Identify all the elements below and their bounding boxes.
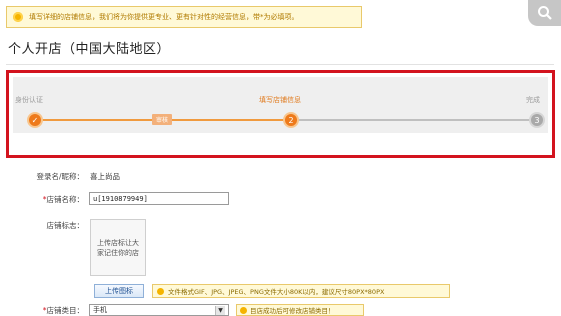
shop-name-input[interactable]: u[1910879949] [89, 192, 229, 205]
shop-logo-upload-area[interactable]: 上传店标让大家记住你的店 [90, 219, 146, 276]
shop-name-label-text: 店铺名称： [46, 195, 85, 204]
category-label: *店铺类目： [0, 305, 84, 316]
zoom-button[interactable] [528, 0, 561, 26]
notice-text: 填写详细的店铺信息，我们将为你提供更专业、更有针对性的经营信息，带*为必填项。 [29, 13, 299, 21]
login-name-label: 登录名/昵称： [36, 172, 84, 181]
upload-hint-text: 文件格式GIF、JPG、JPEG、PNG文件大小80K以内，建议尺寸80PX*8… [168, 288, 385, 296]
notice-bar: 填写详细的店铺信息，我们将为你提供更专业、更有针对性的经营信息，带*为必填项。 [6, 6, 362, 28]
step-marker-3: 3 [529, 112, 545, 128]
title-divider [6, 64, 554, 65]
upload-logo-button[interactable]: 上传图标 [94, 284, 144, 298]
shop-name-label: *店铺名称： [0, 194, 84, 205]
step-marker-2: 2 [283, 112, 299, 128]
step-label-shop-info: 填写店铺信息 [259, 96, 301, 104]
lightbulb-icon [13, 12, 23, 22]
lightbulb-icon [157, 287, 164, 295]
step-badge: 审核 [152, 114, 173, 125]
shop-logo-placeholder: 上传店标让大家记住你的店 [97, 238, 139, 257]
progress-highlight-frame: 身份认证 填写店铺信息 完成 审核 ✓ 2 3 [6, 70, 555, 158]
step-label-complete: 完成 [526, 96, 540, 104]
category-select[interactable]: 手机 ▼ [89, 304, 229, 316]
magnifier-icon [537, 6, 552, 20]
progress-steps: 身份认证 填写店铺信息 完成 审核 ✓ 2 3 [13, 77, 548, 133]
category-hint: 目店成功后可修改店铺类目！ [236, 304, 364, 316]
page-title: 个人开店（中国大陆地区） [8, 42, 171, 57]
lightbulb-icon [240, 306, 247, 314]
progress-line-todo [295, 119, 533, 121]
chevron-down-icon[interactable]: ▼ [215, 305, 225, 315]
shop-logo-label: 店铺标志： [46, 221, 85, 230]
step-label-identity: 身份认证 [15, 96, 43, 104]
upload-hint: 文件格式GIF、JPG、JPEG、PNG文件大小80K以内，建议尺寸80PX*8… [152, 284, 450, 298]
login-name-value: 喜上尚品 [90, 172, 120, 181]
step-marker-1: ✓ [27, 112, 43, 128]
